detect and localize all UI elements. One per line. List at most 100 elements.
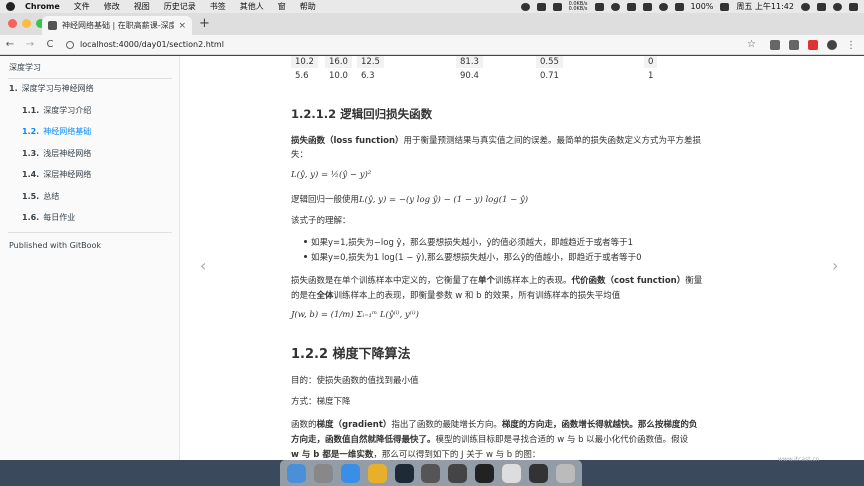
menu-chrome[interactable]: Chrome [25, 2, 60, 11]
table-cell: 1 [648, 71, 654, 81]
bold-term: 全体 [316, 291, 334, 301]
text-span: 训练样本上的表现，即衡量参数 w 和 b 的效果，所有训练样本的损失平均值 [333, 291, 621, 301]
sidebar-item-1-3[interactable]: 1.3. 浅层神经网络 [22, 148, 91, 159]
paragraph-gradient-line2: 方向走，函数值自然就降低得最快了。模型的训练目标即是寻找合适的 w 与 b 以最… [291, 433, 688, 445]
table-row: 10.2 16.0 12.5 81.3 0.55 0 [291, 56, 681, 68]
menu-people[interactable]: 其他人 [240, 1, 264, 12]
menu-bar: Chrome 文件 修改 视图 历史记录 书签 其他人 窗 帮助 0.0KB/s… [0, 0, 864, 13]
book-sidebar: 深度学习 1. 深度学习与神经网络 1.1. 深度学习介绍 1.2. 神经网络基础 1… [0, 56, 180, 460]
net-down: 0.0KB/s [568, 5, 588, 12]
text-span: ，那么可以得到如下的 J 关于 w 与 b 的图： [373, 450, 541, 460]
sidebar-divider [8, 78, 172, 79]
sidebar-item-1-5[interactable]: 1.5. 总结 [22, 191, 59, 202]
network-speed: 0.0KB/s 0.0KB/s [568, 1, 588, 12]
chrome-icon[interactable] [367, 463, 387, 483]
status-app-icon[interactable] [520, 2, 530, 11]
menu-help[interactable]: 帮助 [300, 1, 316, 12]
info-icon[interactable] [66, 40, 74, 49]
paragraph-cost-function-line2: 的是在全体训练样本上的表现，即衡量参数 w 和 b 的效果，所有训练样本的损失平… [291, 289, 620, 301]
sidebar-item-1-6[interactable]: 1.6. 每日作业 [22, 212, 75, 223]
user-icon[interactable] [817, 2, 826, 11]
bullet-dot [304, 255, 307, 258]
menu-window[interactable]: 窗 [278, 1, 286, 12]
finder-icon[interactable] [286, 463, 306, 483]
back-button[interactable]: ← [0, 39, 20, 50]
extension-cast-icon[interactable] [770, 39, 780, 50]
reload-button[interactable]: C [40, 39, 60, 50]
extension-puzzle-icon[interactable] [789, 39, 799, 50]
browser-toolbar: ← → C localhost:4000/day01/section2.html… [0, 35, 864, 55]
next-page-arrow-icon[interactable]: › [832, 256, 838, 275]
text-span: 衡量 [685, 276, 703, 286]
apple-icon[interactable] [6, 2, 15, 11]
table-cell: 0.55 [536, 56, 563, 68]
text-span: 的是在 [291, 291, 317, 301]
safari-icon[interactable] [340, 463, 360, 483]
tab-title: 神经网络基础 | 在职高薪课-深度... [62, 21, 175, 30]
text-span: 指出了函数的最陡增长方向。 [391, 420, 502, 430]
close-window-icon[interactable] [8, 19, 17, 28]
item-num: 1.2. [22, 127, 40, 136]
table-cell: 90.4 [460, 71, 479, 81]
paragraph-gradient: 函数的梯度（gradient）指出了函数的最陡增长方向。梯度的方向走，函数增长得… [291, 418, 697, 430]
status-record-icon[interactable] [610, 2, 620, 11]
address-bar[interactable]: localhost:4000/day01/section2.html ☆ [66, 37, 756, 52]
extension-shield-icon[interactable] [808, 39, 818, 50]
clock[interactable]: 周五 上午11:42 [736, 1, 794, 12]
menu-kebab-icon[interactable]: ⋮ [846, 40, 856, 51]
profile-avatar[interactable] [827, 39, 837, 50]
sidebar-root[interactable]: 深度学习 [9, 62, 41, 73]
formula-squared-loss: L(ŷ, y) = ½(ŷ − y)² [291, 170, 372, 180]
paragraph-understanding: 该式子的理解： [291, 216, 351, 226]
paragraph-log-loss: 逻辑回归一般使用L(ŷ, y) = −(y log ŷ) − (1 − y) l… [291, 193, 528, 205]
sidebar-item-1-1[interactable]: 1.1. 深度学习介绍 [22, 105, 91, 116]
table-cell: 5.6 [295, 71, 309, 81]
status-tools-icon[interactable] [552, 2, 562, 11]
wifi-icon[interactable] [658, 2, 668, 11]
tab-active[interactable]: 神经网络基础 | 在职高薪课-深度... × [42, 16, 192, 35]
app-icon[interactable] [421, 463, 441, 483]
battery-icon[interactable] [720, 2, 730, 11]
siri-icon[interactable] [833, 2, 842, 11]
menu-history[interactable]: 历史记录 [164, 1, 196, 12]
table-cell: 0.71 [540, 71, 559, 81]
status-screen-icon[interactable] [594, 2, 604, 11]
spotlight-icon[interactable] [801, 2, 810, 11]
new-tab-button[interactable]: + [199, 16, 210, 31]
prev-page-arrow-icon[interactable]: ‹ [200, 256, 206, 275]
table-cell: 0 [644, 56, 658, 68]
chapter-num: 1. [9, 84, 18, 93]
item-label: 深度学习介绍 [43, 106, 92, 115]
app-icon[interactable] [448, 463, 468, 483]
launchpad-icon[interactable] [313, 463, 333, 483]
text-span: 模型的训练目标即是寻找合适的 w 与 b 以最小化代价函数值。假设 [435, 435, 689, 445]
bookmark-star-icon[interactable]: ☆ [747, 39, 756, 50]
status-gesture-icon[interactable] [536, 2, 546, 11]
minimize-window-icon[interactable] [22, 19, 31, 28]
sidebar-item-1-2[interactable]: 1.2. 神经网络基础 [22, 126, 91, 137]
notification-center-icon[interactable] [849, 2, 858, 11]
tab-close-icon[interactable]: × [178, 21, 186, 31]
menu-edit[interactable]: 修改 [104, 1, 120, 12]
item-num: 1.6. [22, 213, 40, 222]
sidebar-item-1-4[interactable]: 1.4. 深层神经网络 [22, 169, 91, 180]
item-num: 1.3. [22, 149, 40, 158]
menu-file[interactable]: 文件 [74, 1, 90, 12]
url-text[interactable]: localhost:4000/day01/section2.html [80, 40, 747, 49]
typora-icon[interactable] [502, 463, 522, 483]
terminal-icon[interactable] [475, 463, 495, 483]
menu-view[interactable]: 视图 [134, 1, 150, 12]
sidebar-divider [8, 232, 172, 233]
gitbook-link[interactable]: Published with GitBook [9, 241, 101, 250]
menu-bookmarks[interactable]: 书签 [210, 1, 226, 12]
list-item: 如果y=0,损失为1 log(1 − ŷ),那么要想损失越小，那么ŷ的值越小，即… [311, 253, 642, 263]
trash-icon[interactable] [556, 463, 576, 483]
volume-icon[interactable] [674, 2, 684, 11]
app-icon[interactable] [529, 463, 549, 483]
status-screenshot-icon[interactable] [642, 2, 652, 11]
pycharm-icon[interactable] [394, 463, 414, 483]
favicon-icon [48, 21, 57, 30]
status-wechat-icon[interactable] [626, 2, 636, 11]
forward-button[interactable]: → [20, 39, 40, 50]
sidebar-chapter-1[interactable]: 1. 深度学习与神经网络 [9, 83, 94, 94]
